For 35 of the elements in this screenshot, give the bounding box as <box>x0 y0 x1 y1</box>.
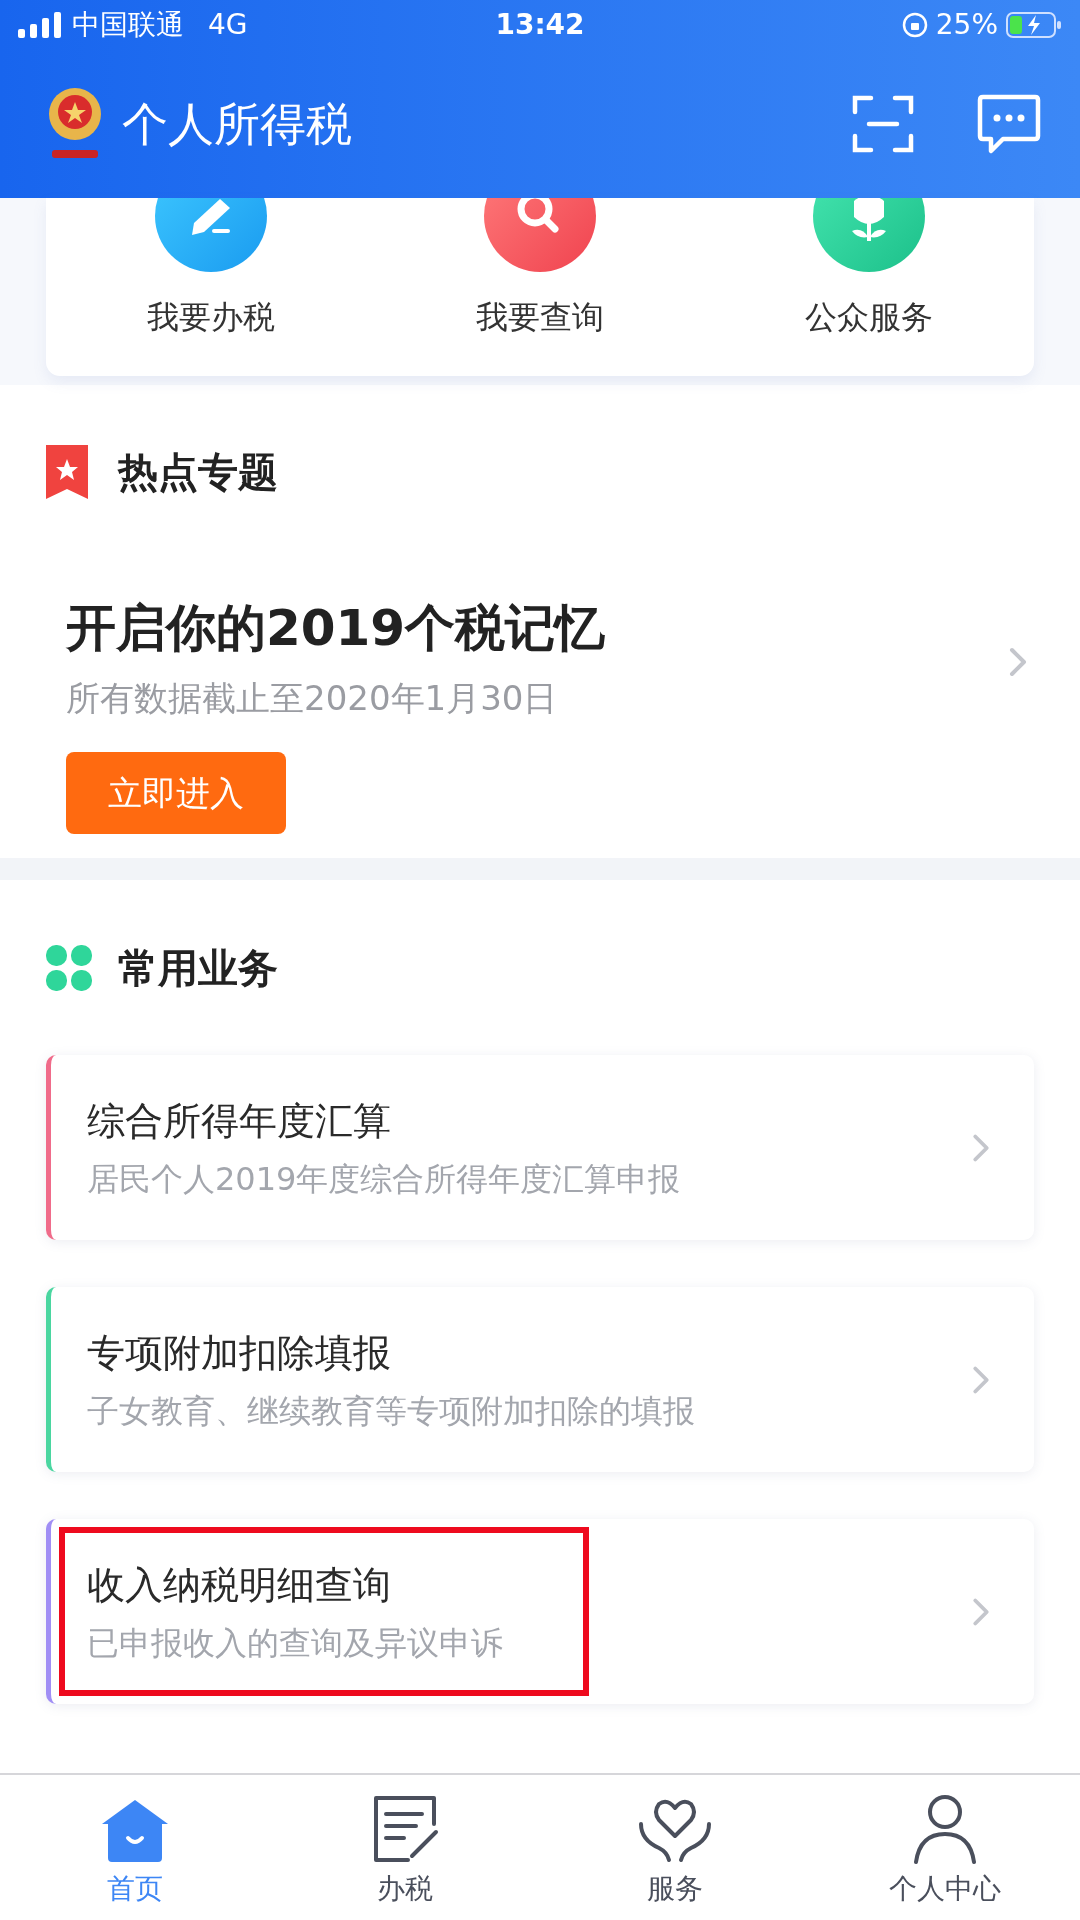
rotation-lock-icon <box>901 12 928 38</box>
battery-icon <box>1006 11 1062 39</box>
card-title: 专项附加扣除填报 <box>87 1329 392 1377</box>
topic-banner[interactable]: 开启你的2019个税记忆 所有数据截止至2020年1月30日 立即进入 <box>0 559 1080 858</box>
section-title: 热点专题 <box>118 448 278 497</box>
banner-title: 开启你的2019个税记忆 <box>66 598 607 658</box>
scan-icon <box>851 94 915 154</box>
quick-action-button[interactable]: 我要查询 <box>375 198 705 376</box>
tab-bar-item[interactable]: 服务 <box>540 1775 810 1920</box>
app-title: 个人所得税 <box>122 95 353 153</box>
banner-subtitle: 所有数据截止至2020年1月30日 <box>66 677 559 719</box>
card-title: 收入纳税明细查询 <box>87 1561 392 1609</box>
card-subtitle: 子女教育、继续教育等专项附加扣除的填报 <box>87 1390 696 1431</box>
card-subtitle: 已申报收入的查询及异议申诉 <box>87 1622 504 1663</box>
service-card[interactable]: 专项附加扣除填报 子女教育、继续教育等专项附加扣除的填报 <box>46 1287 1034 1472</box>
battery-percent: 25% <box>935 7 998 43</box>
service-card[interactable]: 收入纳税明细查询 已申报收入的查询及异议申诉 <box>46 1519 1034 1704</box>
tab-bar-item[interactable]: 首页 <box>0 1775 270 1920</box>
service-card[interactable]: 综合所得年度汇算 居民个人2019年度综合所得年度汇算申报 <box>46 1055 1034 1240</box>
tab-bar-item[interactable]: 个人中心 <box>810 1775 1080 1920</box>
signal-icon <box>18 12 62 38</box>
card-title: 综合所得年度汇算 <box>87 1097 392 1145</box>
clover-icon <box>46 944 92 991</box>
network-type: 4G <box>208 7 248 43</box>
quick-action-button[interactable]: 我要办税 <box>46 198 376 376</box>
user-icon <box>912 1794 978 1864</box>
message-icon <box>977 94 1041 154</box>
tab-bar-item[interactable]: 办税 <box>270 1775 540 1920</box>
section-title: 常用业务 <box>118 943 278 993</box>
status-time: 13:42 <box>495 7 585 43</box>
card-subtitle: 居民个人2019年度综合所得年度汇算申报 <box>87 1158 682 1199</box>
quick-action-button[interactable]: 公众服务 <box>704 198 1034 376</box>
carrier-name: 中国联通 <box>72 7 184 43</box>
bookmark-star-icon <box>46 445 88 499</box>
home-icon <box>100 1798 170 1864</box>
